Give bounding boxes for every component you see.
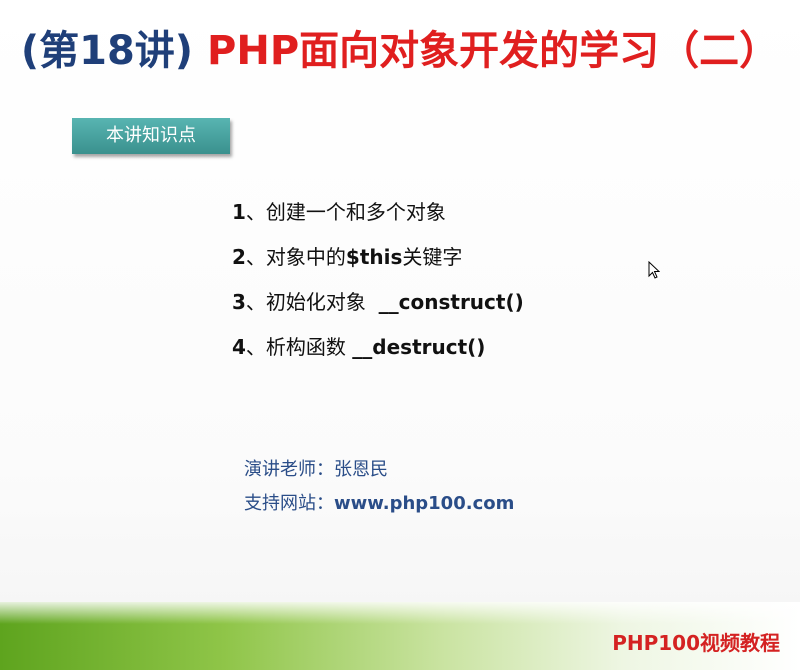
item-text: 初始化对象 <box>265 290 379 314</box>
brand-name: PHP100 <box>612 631 700 655</box>
item-separator: 、 <box>245 290 266 314</box>
item-text: 对象中的 <box>265 245 346 269</box>
brand-logo-text: PHP100视频教程 <box>612 627 780 656</box>
item-text: 创建一个和多个对象 <box>265 200 446 224</box>
item-number: 2 <box>232 245 246 269</box>
list-item: 2、对象中的$this关键字 <box>232 241 524 286</box>
list-item: 4、析构函数 __destruct() <box>232 331 524 376</box>
site-row: 支持网站：www.php100.com <box>244 487 514 521</box>
knowledge-points-list: 1、创建一个和多个对象 2、对象中的$this关键字 3、初始化对象 __con… <box>232 196 524 376</box>
item-code: __construct() <box>378 290 524 314</box>
lecture-subject: PHP面向对象开发的学习（二） <box>207 28 780 74</box>
teacher-label: 演讲老师： <box>244 459 334 480</box>
item-number: 4 <box>232 335 246 359</box>
mouse-cursor-icon <box>648 260 661 283</box>
credits: 演讲老师：张恩民 支持网站：www.php100.com <box>244 453 514 521</box>
site-link[interactable]: www.php100.com <box>334 493 514 514</box>
item-separator: 、 <box>245 245 266 269</box>
item-text-after: 关键字 <box>402 245 463 269</box>
teacher-name: 张恩民 <box>334 459 388 480</box>
slide-title: (第18讲) PHP面向对象开发的学习（二） <box>0 18 800 76</box>
list-item: 3、初始化对象 __construct() <box>232 286 524 331</box>
item-separator: 、 <box>245 335 266 359</box>
knowledge-points-tag: 本讲知识点 <box>72 118 230 154</box>
item-code: $this <box>345 245 403 269</box>
item-text: 析构函数 <box>265 335 353 359</box>
item-code: __destruct() <box>352 335 486 359</box>
site-label: 支持网站： <box>244 493 334 514</box>
item-number: 3 <box>232 290 246 314</box>
lecture-number: (第18讲) <box>20 28 194 74</box>
footer-highlight <box>0 602 800 624</box>
brand-suffix: 视频教程 <box>700 631 780 655</box>
item-separator: 、 <box>245 200 266 224</box>
item-number: 1 <box>232 200 246 224</box>
list-item: 1、创建一个和多个对象 <box>232 196 524 241</box>
teacher-row: 演讲老师：张恩民 <box>244 453 514 487</box>
